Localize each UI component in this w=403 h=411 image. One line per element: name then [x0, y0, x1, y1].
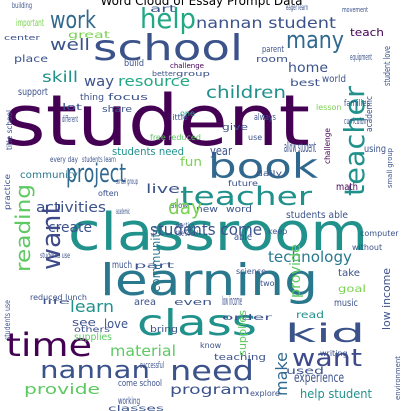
word-take: music [334, 298, 358, 309]
word-bring: successful [140, 361, 164, 371]
word-academic-rot: academic [365, 96, 375, 132]
word-eager-learn: center [4, 34, 40, 42]
word-music: read [296, 310, 324, 321]
word-future: daily [256, 169, 282, 178]
word-small-group-rot: small group [386, 147, 394, 188]
word-movement: challenge [170, 62, 204, 70]
word-science: science [236, 267, 266, 276]
word-skill: skill [42, 68, 78, 86]
word-place: important [16, 18, 44, 29]
word-see: low income [222, 294, 242, 308]
word-thing: art [150, 4, 176, 15]
word-math: using [364, 144, 386, 155]
word-build: building [12, 1, 32, 10]
word-experience: provide [24, 382, 100, 398]
word-always: word [226, 205, 252, 215]
word-give: lot [62, 103, 83, 113]
word-nannan-student: nannan student [196, 14, 336, 32]
word-cloud: student classroom learning school class … [3, 1, 402, 411]
word-reading-rot: reading [11, 184, 35, 272]
word-used: math [336, 182, 358, 193]
word-lesson: best [290, 78, 320, 89]
word-free-reduced: students able [286, 210, 348, 221]
word-without: without [352, 243, 382, 252]
word-world: support [18, 87, 48, 98]
word-every-day: students learn [82, 155, 116, 164]
word-want-rot: want [37, 204, 67, 270]
word-challenge-rot: challenge [323, 128, 332, 164]
word-cloud-figure: Word Cloud of Essay Prompt Data student … [0, 0, 403, 411]
word-environment-rot: environment [394, 356, 402, 400]
word-writing: writing [320, 349, 348, 358]
word-keep: keep [268, 227, 287, 236]
word-best: world [322, 74, 346, 85]
word-writing: every day [50, 155, 78, 164]
word-know: know [200, 341, 222, 350]
word-students-use-rot: students use [3, 300, 12, 340]
word-students-need: community [20, 170, 78, 181]
word-free-reduced: free reduced [150, 133, 201, 142]
word-two: much [112, 260, 132, 271]
word-room: parent [262, 45, 284, 55]
word-fun: year [210, 144, 232, 158]
word-building: room [256, 55, 288, 65]
word-parent: share [102, 105, 133, 115]
word-without: movement [342, 6, 368, 14]
word-little: eager learn [286, 3, 308, 12]
word-often: often [98, 189, 119, 198]
word-lot: different [62, 115, 78, 125]
word-material: material [110, 342, 176, 360]
word-supplies-rot: supplies [236, 310, 249, 356]
word-use: use [248, 133, 262, 142]
word-teaching: even [174, 298, 212, 308]
word-little: little [170, 113, 188, 122]
word-important: great [68, 30, 110, 41]
word-computer: computer [360, 229, 399, 238]
word-even: area [134, 297, 156, 308]
word-title-school-vertical: title school [5, 110, 14, 150]
word-student-love-rot: student love [383, 46, 393, 86]
word-students-learn: classes [108, 404, 164, 411]
word-explore: explore [250, 389, 280, 398]
word-help-student: program [170, 383, 250, 398]
word-practice-rot: practice [3, 174, 12, 210]
word-goal: take [338, 268, 360, 279]
word-successful: come school [118, 379, 162, 389]
word-different: focus [108, 93, 148, 103]
word-science: used [286, 366, 324, 377]
word-allow-student: help student [300, 387, 372, 401]
word-computer: others [74, 325, 110, 334]
word-keep: equipment [350, 53, 372, 63]
word-classes: future [228, 179, 258, 188]
word-reduced-lunch: reduced lunch [30, 293, 87, 302]
word-provide-ok: provide [288, 244, 304, 298]
word-teach: live [146, 182, 180, 196]
word-children: children [206, 83, 286, 103]
word-focus: thing [80, 93, 104, 103]
word-technology: technology [268, 248, 352, 266]
word-center: better [152, 70, 176, 78]
word-equipment: group [176, 70, 211, 78]
word-often: small group [116, 177, 138, 186]
word-day-rot: day [168, 195, 202, 219]
word-support: place [14, 54, 48, 65]
word-using: goal [338, 284, 366, 295]
word-low-income-rot: low income [380, 268, 393, 330]
word-way: way [84, 74, 114, 90]
word-community-v: community [149, 226, 163, 292]
word-year: allow student [284, 140, 316, 156]
word-area: build [124, 59, 144, 69]
word-two: two [260, 279, 275, 288]
word-art: able [234, 232, 252, 243]
word-daily: always [254, 113, 276, 123]
word-share: give [222, 123, 249, 133]
word-lesson: lesson [316, 103, 341, 112]
word-great: teach [350, 26, 384, 39]
word-life: academic [116, 207, 130, 216]
word-students-able: students need [112, 145, 184, 158]
word-order: title school [176, 229, 198, 238]
word-others: bring [150, 325, 178, 335]
